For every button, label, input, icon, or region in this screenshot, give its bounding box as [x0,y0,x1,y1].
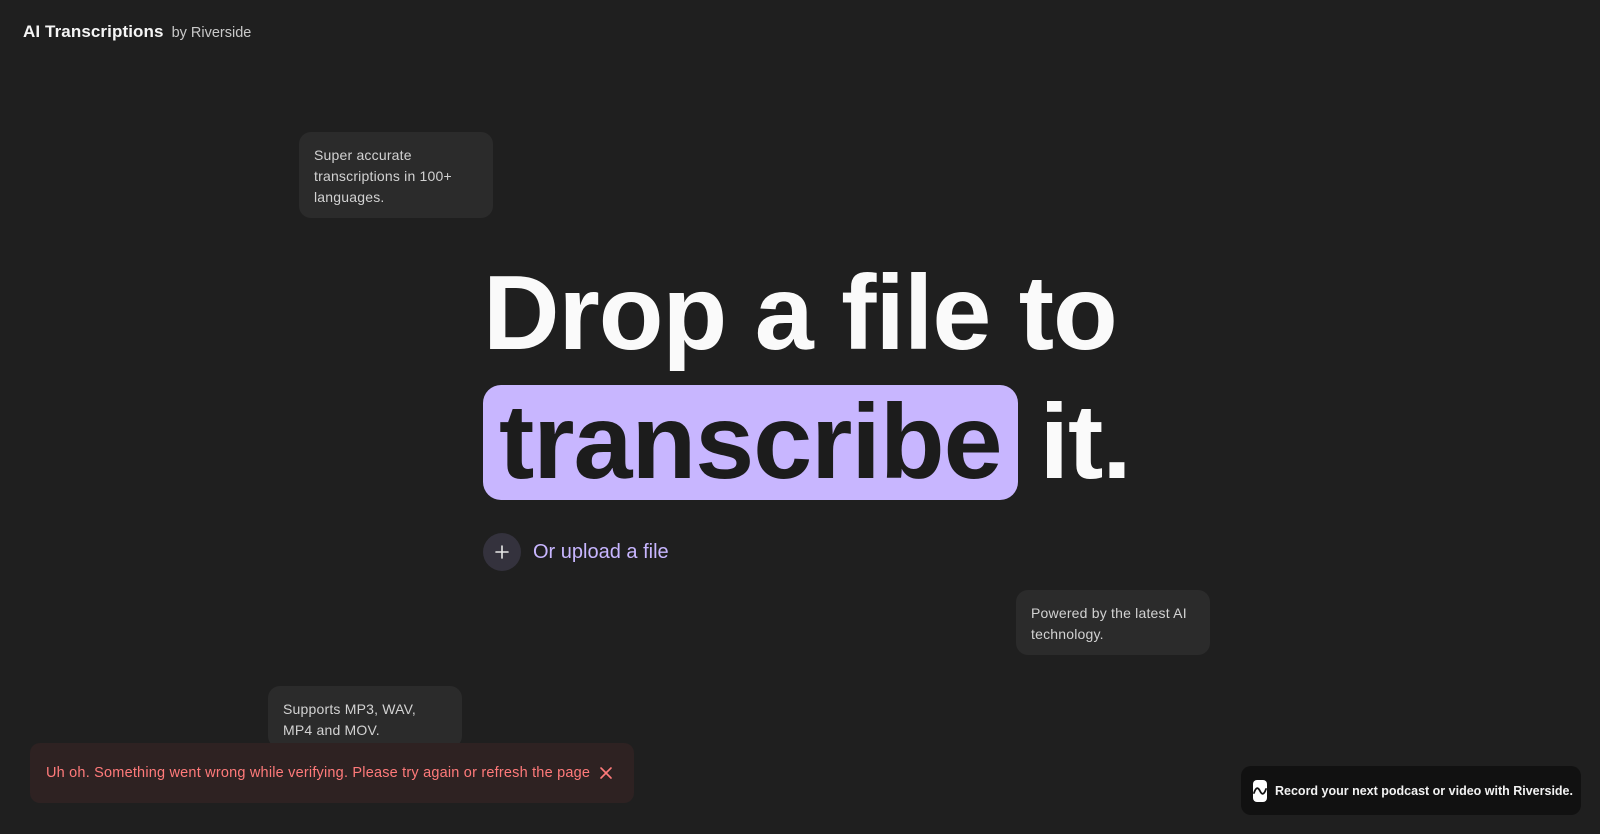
app-title[interactable]: AI Transcriptions [23,22,164,42]
hero: Drop a file to transcribe it. [483,254,1132,503]
upload-file-button[interactable]: Or upload a file [483,533,669,571]
hero-tail: it. [1039,383,1132,501]
app-byline[interactable]: by Riverside [172,25,252,41]
error-toast: Uh oh. Something went wrong while verify… [30,743,634,803]
plus-icon [483,533,521,571]
hero-line-2: transcribe it. [483,382,1132,503]
hero-line-1: Drop a file to [483,254,1118,372]
feature-card-formats: Supports MP3, WAV, MP4 and MOV. [268,686,462,748]
header: AI Transcriptions by Riverside [23,22,251,42]
waveform-icon [1253,779,1267,802]
close-icon[interactable] [594,761,618,785]
page: AI Transcriptions by Riverside Super acc… [0,0,1600,834]
error-message: Uh oh. Something went wrong while verify… [46,765,591,781]
hero-highlight: transcribe [483,383,1018,501]
riverside-promo-button[interactable]: Record your next podcast or video with R… [1241,766,1581,815]
feature-card-languages: Super accurate transcriptions in 100+ la… [299,132,493,218]
upload-file-label: Or upload a file [533,540,669,563]
feature-card-powered: Powered by the latest AI technology. [1016,590,1210,655]
promo-text: Record your next podcast or video with R… [1275,783,1573,798]
